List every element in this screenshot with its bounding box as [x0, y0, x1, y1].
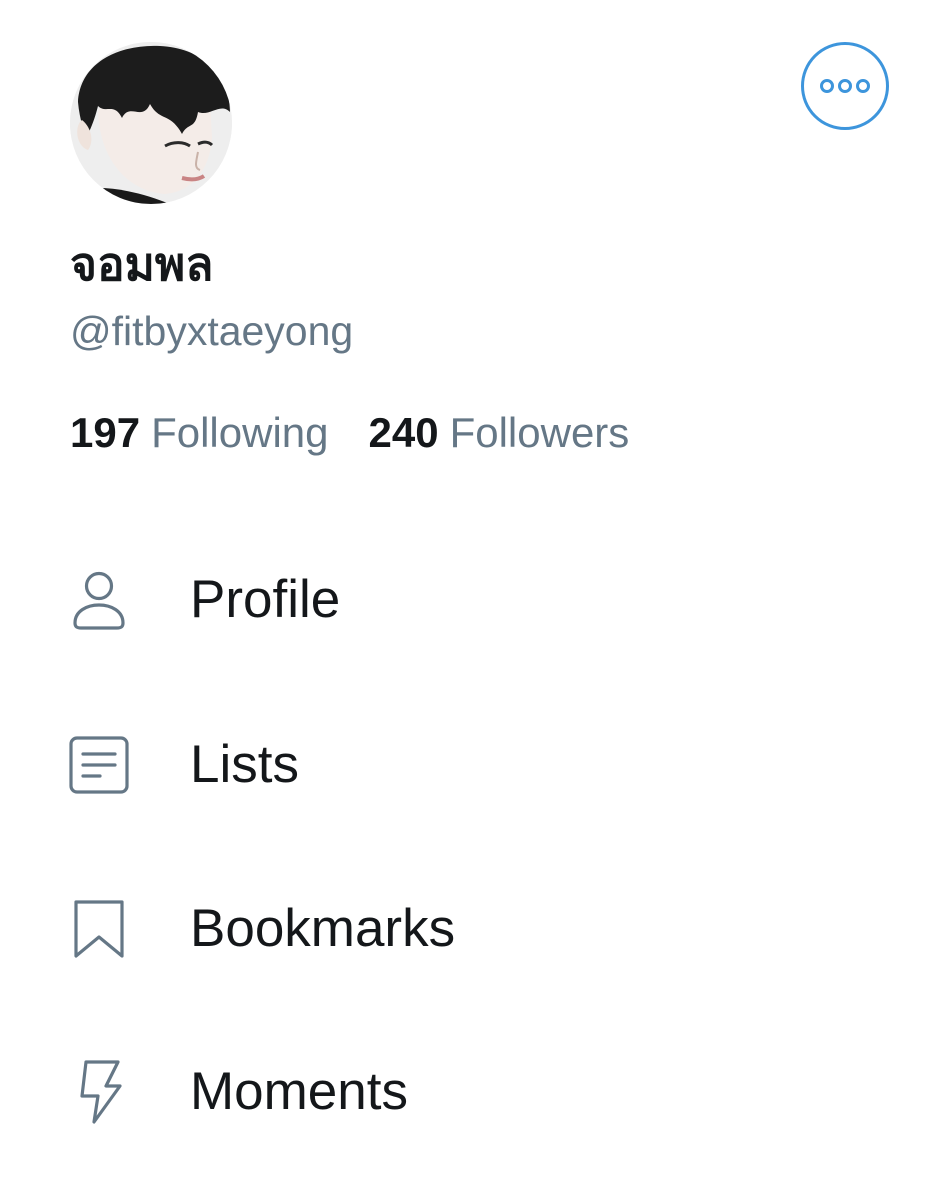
- followers-count: 240: [368, 409, 439, 456]
- menu-item-moments[interactable]: Moments: [0, 1032, 932, 1152]
- menu-item-label: Lists: [190, 735, 299, 794]
- list-icon: [66, 733, 132, 797]
- follow-stats: 197 Following 240 Followers: [70, 407, 629, 459]
- menu-item-label: Moments: [190, 1062, 408, 1121]
- more-options-button[interactable]: [801, 42, 889, 130]
- bookmark-icon: [66, 897, 132, 961]
- avatar-image: [70, 42, 232, 204]
- followers-label: Followers: [449, 409, 630, 456]
- menu-item-label: Bookmarks: [190, 899, 456, 958]
- followers-link[interactable]: 240 Followers: [369, 407, 630, 459]
- user-handle[interactable]: @fitbyxtaeyong: [70, 305, 353, 357]
- menu-item-bookmarks[interactable]: Bookmarks: [0, 869, 932, 989]
- ellipsis-icon: [820, 79, 870, 93]
- menu-item-label: Profile: [190, 570, 341, 629]
- menu-item-lists[interactable]: Lists: [0, 705, 932, 825]
- lightning-icon: [66, 1060, 132, 1124]
- following-count: 197: [70, 409, 141, 456]
- following-link[interactable]: 197 Following: [70, 407, 329, 459]
- menu-item-profile[interactable]: Profile: [0, 540, 932, 660]
- following-label: Following: [151, 409, 329, 456]
- display-name[interactable]: จอมพล: [70, 232, 213, 296]
- avatar[interactable]: [70, 42, 232, 204]
- person-icon: [66, 568, 132, 632]
